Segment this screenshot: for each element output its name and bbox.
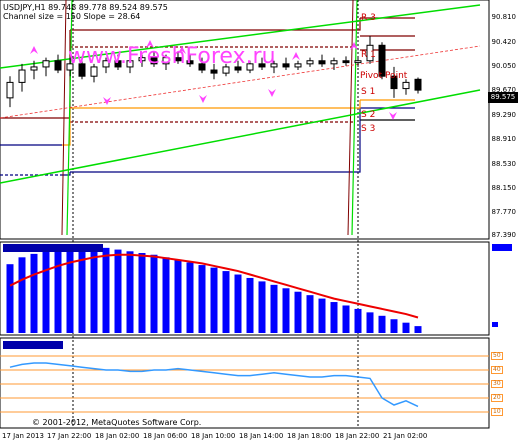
regression-channel (0, 4, 481, 184)
histogram-bar (414, 326, 422, 333)
candle-body (210, 69, 218, 74)
oscillator-scale-tag: 50 (491, 352, 503, 360)
candle-body (54, 60, 62, 71)
histogram-bar (102, 247, 110, 333)
candle-body (330, 60, 338, 65)
time-label: 18 Jan 18:00 (287, 432, 332, 440)
histogram-bar (270, 284, 278, 333)
histogram-bar (162, 257, 170, 333)
histogram-bar (18, 257, 26, 333)
price-label: 90.050 (491, 62, 517, 70)
histogram-bar (6, 264, 14, 333)
histogram-bar (174, 259, 182, 333)
oscillator-scale-tag: 40 (491, 366, 503, 374)
histogram-bar (294, 291, 302, 333)
candle-body (282, 63, 290, 68)
oscillator-scale-tag: 20 (491, 394, 503, 402)
histogram-bar (234, 274, 242, 333)
price-label: 87.390 (491, 231, 517, 239)
histogram-bar (66, 247, 74, 333)
fractal-arrow (350, 42, 358, 50)
candle-body (318, 60, 326, 65)
channel-info: Channel size = 150 Slope = 28.64 (3, 12, 141, 21)
level-r1-label: R 1 (361, 50, 376, 60)
time-label: 21 Jan 02:00 (383, 432, 428, 440)
current-price-tag: 89.575 (488, 92, 518, 103)
histogram-bar (210, 267, 218, 333)
candle-body (306, 60, 314, 65)
level-pivot-label: Pivot Point (360, 71, 408, 81)
histogram-bar (390, 319, 398, 333)
histogram-indicator-label (3, 244, 103, 252)
channel-lower (0, 89, 481, 184)
fractal-arrow (389, 112, 397, 120)
histogram-bar (138, 253, 146, 333)
candle-body (42, 60, 50, 68)
price-label: 90.420 (491, 38, 517, 46)
histogram-bar (42, 250, 50, 333)
histogram-bar (114, 249, 122, 333)
histogram-bar (306, 295, 314, 333)
histogram-bar (150, 254, 158, 333)
oscillator-scale-tag: 10 (491, 408, 503, 416)
copyright: © 2001-2012, MetaQuotes Software Corp. (32, 418, 202, 427)
level-r3-label: R 3 (361, 13, 376, 23)
histogram-bar (186, 262, 194, 333)
price-label: 90.810 (491, 13, 517, 21)
symbol-info: USDJPY,H1 89.748 89.778 89.524 89.575 (3, 3, 168, 12)
histogram-bar (126, 251, 134, 333)
histogram-bar (246, 277, 254, 333)
pivot-levels (0, 0, 415, 236)
candle-body (294, 63, 302, 68)
chart-window: { "header": { "symbol_line": "USDJPY,H1 … (0, 0, 518, 444)
oscillator-indicator-label (3, 341, 63, 349)
histogram-bar (222, 271, 230, 333)
time-label: 18 Jan 02:00 (95, 432, 140, 440)
fractal-arrow (103, 97, 111, 105)
candle-body (18, 69, 26, 83)
fractal-arrow (268, 89, 276, 97)
histogram (6, 247, 422, 333)
histogram-bar (330, 302, 338, 333)
candle-body (6, 81, 14, 99)
histogram-bar (318, 298, 326, 333)
histogram-bar (54, 248, 62, 333)
histogram-bar (282, 288, 290, 333)
time-label: 18 Jan 10:00 (191, 432, 236, 440)
price-label: 89.290 (491, 111, 517, 119)
histogram-bar (378, 315, 386, 333)
fractal-arrow (199, 95, 207, 103)
candle-body (354, 60, 362, 64)
oscillator-scale-tag: 30 (491, 380, 503, 388)
histogram-bar (198, 265, 206, 333)
candle-body (342, 60, 350, 64)
fractal-arrow (30, 46, 38, 54)
price-label: 88.530 (491, 160, 517, 168)
level-s2-label: S 2 (361, 110, 376, 120)
histogram-bar (354, 308, 362, 333)
histogram-bar (258, 281, 266, 333)
time-label: 18 Jan 06:00 (143, 432, 188, 440)
level-s1-label: S 1 (361, 87, 376, 97)
histogram-scale-tag (492, 322, 498, 327)
histogram-bar (342, 305, 350, 333)
candle-body (414, 78, 422, 91)
candle-body (30, 66, 38, 71)
time-label: 17 Jan 2013 (2, 432, 44, 440)
price-label: 88.910 (491, 135, 517, 143)
histogram-bar (30, 253, 38, 333)
level-s3-label: S 3 (361, 124, 376, 134)
histogram-bar (402, 322, 410, 333)
time-label: 17 Jan 22:00 (47, 432, 92, 440)
fractal-arrow (292, 52, 300, 60)
histogram-bar (90, 247, 98, 333)
watermark: www.FreshForex.ru (68, 44, 276, 69)
histogram-scale-tag (492, 244, 512, 251)
price-label: 88.150 (491, 184, 517, 192)
time-label: 18 Jan 14:00 (239, 432, 284, 440)
price-label: 87.770 (491, 208, 517, 216)
histogram-bar (366, 312, 374, 333)
time-label: 18 Jan 22:00 (335, 432, 380, 440)
candle-body (402, 81, 410, 90)
